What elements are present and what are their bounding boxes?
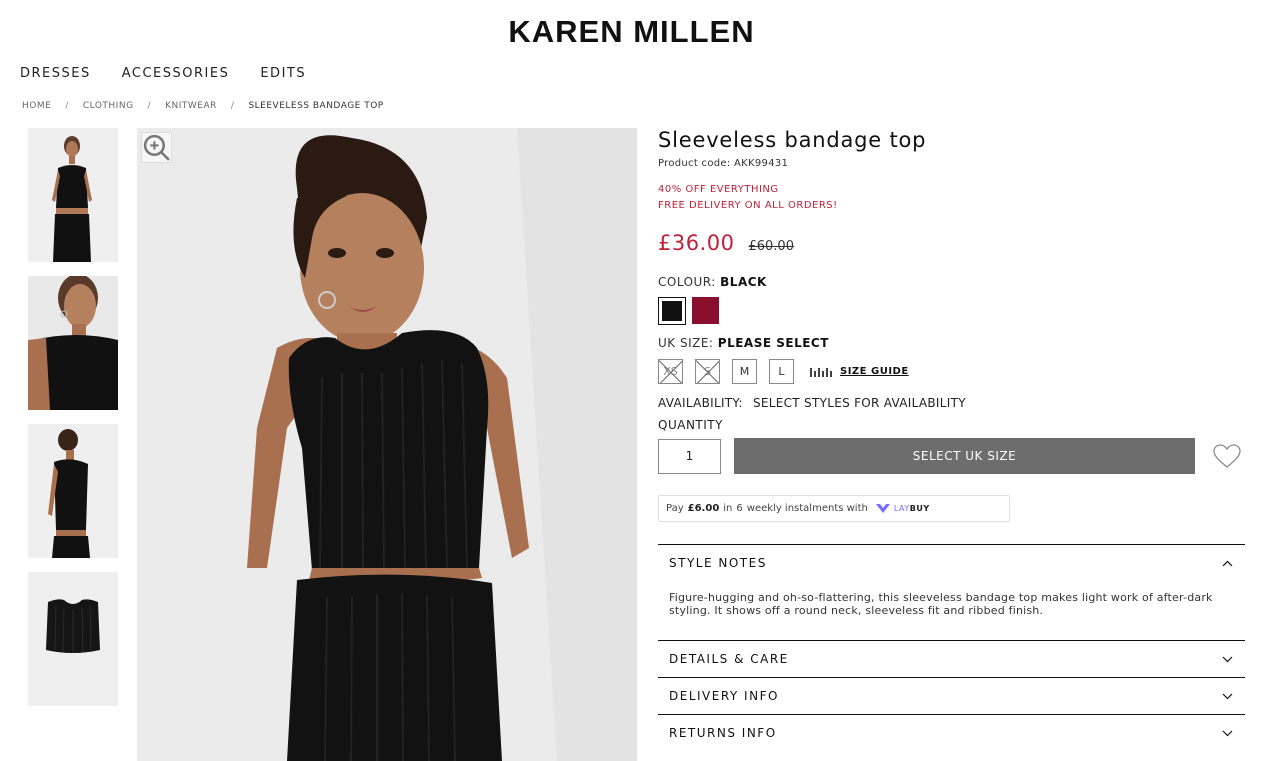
ruler-icon [810,367,832,377]
breadcrumb-clothing[interactable]: CLOTHING [83,101,134,111]
accordion-style-notes: STYLE NOTES Figure-hugging and oh-so-fla… [658,544,1245,640]
laybuy-brand-light: LAY [893,504,910,513]
size-option-xs[interactable]: XS [658,359,683,384]
size-guide-label[interactable]: SIZE GUIDE [840,366,909,377]
breadcrumb-separator: / [65,101,69,111]
price-row: £36.00 £60.00 [658,231,1245,255]
accordion-title: DETAILS & CARE [669,652,789,666]
laybuy-amount: £6.00 [687,503,720,514]
quantity-label: QUANTITY [658,418,723,432]
accordion-header[interactable]: DELIVERY INFO [658,678,1245,714]
swatch-black[interactable] [658,297,686,325]
breadcrumb-separator: / [230,101,235,111]
promo-discount: 40% OFF EVERYTHING [658,184,779,195]
add-to-bag-button[interactable]: SELECT UK SIZE [734,438,1195,474]
laybuy-banner[interactable]: Pay £6.00 in 6 weekly instalments with L… [658,495,1010,522]
original-price: £60.00 [748,239,794,254]
accordion-title: STYLE NOTES [669,556,767,570]
product-flat-image [28,572,118,706]
thumbnail-closeup[interactable] [28,276,118,410]
availability-label: AVAILABILITY: [658,396,743,410]
product-code-value: AKK99431 [734,158,789,169]
availability-value: SELECT STYLES FOR AVAILABILITY [752,396,966,410]
breadcrumb: HOME / CLOTHING / KNITWEAR / SLEEVELESS … [22,101,384,111]
laybuy-count: 6 [736,503,743,514]
sale-price: £36.00 [658,231,735,255]
laybuy-brand-bold: BUY [909,504,930,513]
breadcrumb-current: SLEEVELESS BANDAGE TOP [248,101,384,111]
size-label: UK SIZE: PLEASE SELECT [658,336,1245,350]
main-product-image[interactable] [137,128,637,761]
laybuy-suffix: weekly instalments with [746,503,868,514]
thumbnail-front[interactable] [28,128,118,262]
accordion-details-care: DETAILS & CARE [658,640,1245,677]
main-nav: DRESSES ACCESSORIES EDITS [20,66,306,81]
accordion-delivery-info: DELIVERY INFO [658,677,1245,714]
purchase-row: SELECT UK SIZE [658,438,1245,474]
accordion-title: RETURNS INFO [669,726,777,740]
product-code: Product code: AKK99431 [658,158,1245,169]
laybuy-middle: in [723,503,733,514]
breadcrumb-knitwear[interactable]: KNITWEAR [165,101,217,111]
chevron-up-icon [1222,560,1233,566]
heart-icon [1213,443,1241,468]
colour-swatches [658,297,1245,325]
model-back-image [28,424,118,558]
model-main-image [137,128,637,761]
size-option-m[interactable]: M [732,359,757,384]
accordion-header[interactable]: RETURNS INFO [658,715,1245,751]
chevron-down-icon [1222,730,1233,736]
accordion-header[interactable]: DETAILS & CARE [658,641,1245,677]
model-front-image [28,128,118,262]
model-closeup-image [28,276,118,410]
wishlist-button[interactable] [1213,443,1241,469]
product-title: Sleeveless bandage top [658,128,927,152]
nav-item-dresses[interactable]: DRESSES [20,66,91,81]
zoom-button[interactable] [141,132,172,163]
availability: AVAILABILITY: SELECT STYLES FOR AVAILABI… [658,396,1245,410]
swatch-burgundy[interactable] [692,297,719,324]
quantity-input[interactable] [658,438,721,474]
colour-label-text: COLOUR: [658,275,716,289]
laybuy-prefix: Pay [666,503,684,514]
zoom-in-icon [143,134,170,161]
thumbnail-flat[interactable] [28,572,118,706]
colour-label: COLOUR: BLACK [658,275,1245,289]
breadcrumb-home[interactable]: HOME [22,101,51,111]
breadcrumb-separator: / [147,101,152,111]
accordion-header[interactable]: STYLE NOTES [658,545,1245,581]
product-info-panel: Sleeveless bandage top Product code: AKK… [658,128,1245,751]
promo-delivery: FREE DELIVERY ON ALL ORDERS! [658,200,838,211]
nav-item-edits[interactable]: EDITS [260,66,306,81]
size-options: XS S M L SIZE GUIDE [658,359,1245,384]
thumbnail-back[interactable] [28,424,118,558]
laybuy-heart-icon [875,504,890,513]
size-guide-link[interactable]: SIZE GUIDE [810,366,909,378]
size-label-text: UK SIZE: [658,336,714,350]
laybuy-logo: LAYBUY [875,503,930,514]
thumbnail-gallery [28,128,118,720]
size-option-l[interactable]: L [769,359,794,384]
nav-item-accessories[interactable]: ACCESSORIES [122,66,230,81]
style-notes-text: Figure-hugging and oh-so-flattering, thi… [669,591,1213,617]
size-option-s[interactable]: S [695,359,720,384]
product-code-label: Product code: [658,158,731,169]
accordion-title: DELIVERY INFO [669,689,779,703]
size-selected-value: PLEASE SELECT [717,336,829,350]
brand-logo[interactable]: KAREN MILLEN [0,14,1263,50]
chevron-down-icon [1222,693,1233,699]
colour-selected-value: BLACK [720,275,767,289]
accordion-returns-info: RETURNS INFO [658,714,1245,751]
chevron-down-icon [1222,656,1233,662]
